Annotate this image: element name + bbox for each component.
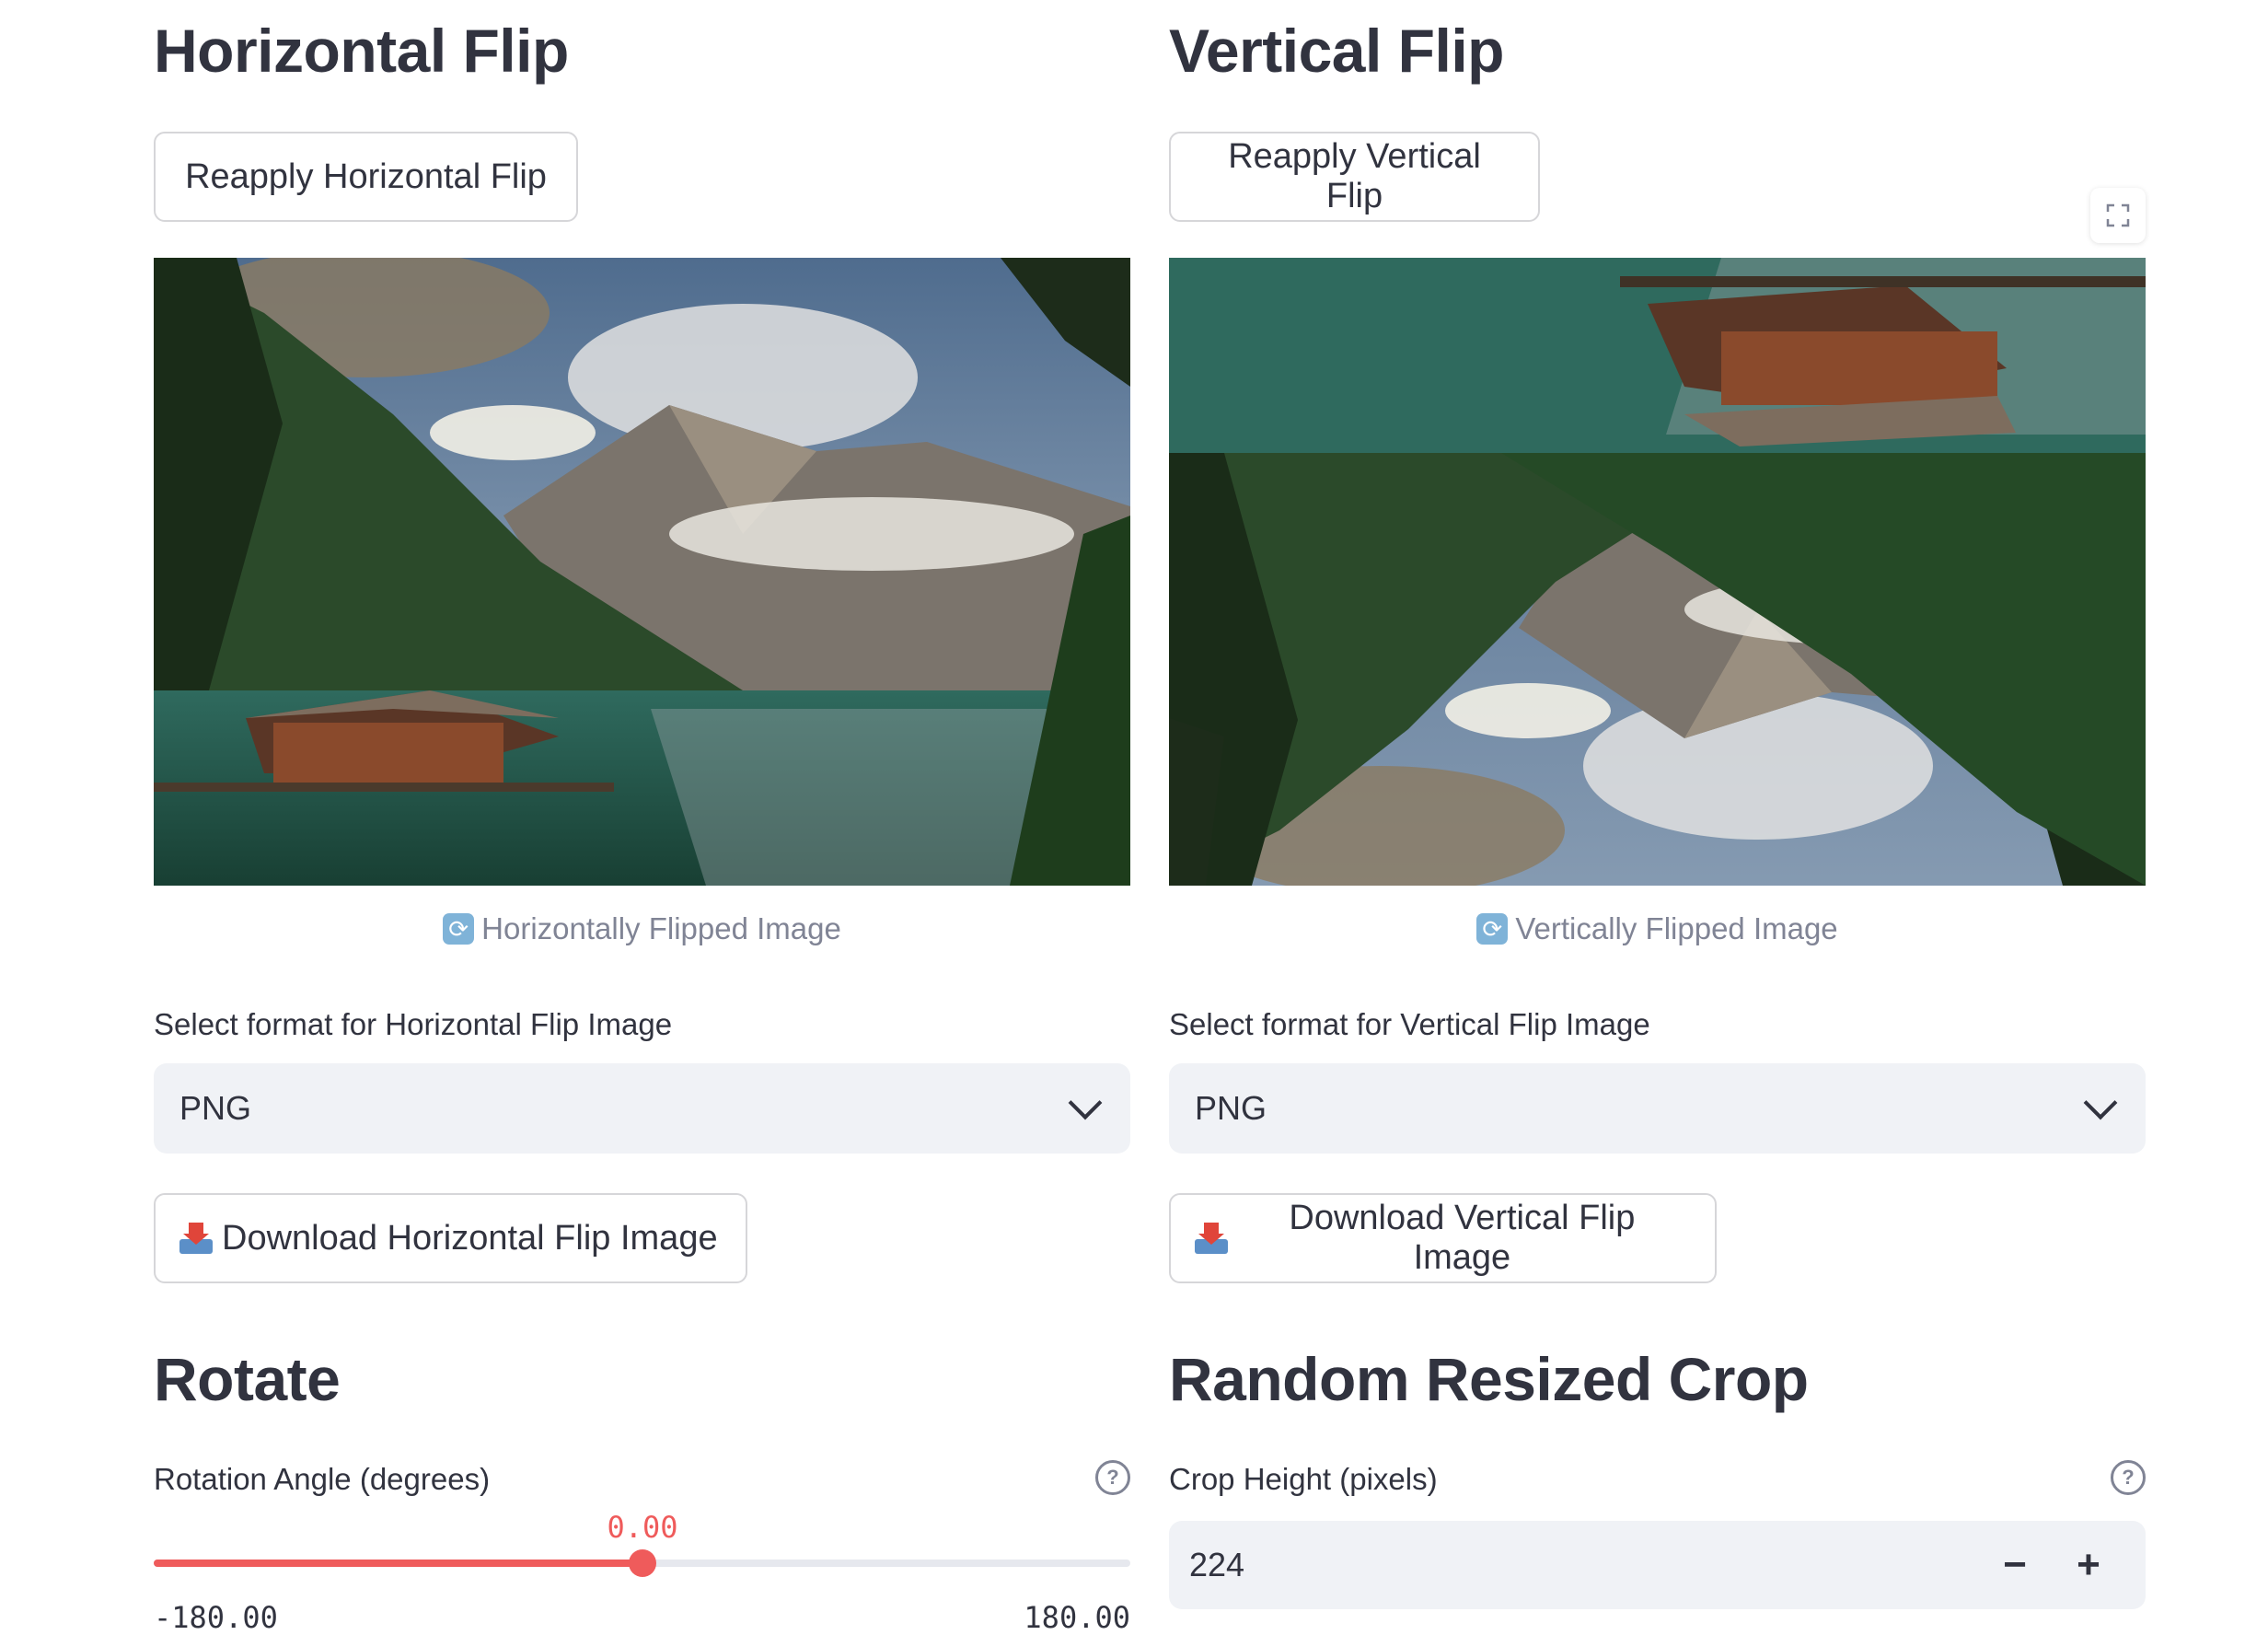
rotate-title: Rotate [154,1345,341,1413]
vertical-format-select[interactable]: PNG [1169,1063,2146,1154]
help-icon[interactable]: ? [2111,1460,2146,1495]
rotation-slider-value: 0.00 [607,1510,678,1545]
landscape-image-flipped [1169,258,2146,886]
rotation-slider-handle[interactable] [629,1549,656,1577]
inbox-tray-icon [179,1223,213,1254]
help-icon[interactable]: ? [1095,1460,1130,1495]
rotation-angle-label: Rotation Angle (degrees) [154,1462,491,1496]
horizontally-flipped-image [154,258,1130,886]
horizontal-format-select[interactable]: PNG [154,1063,1130,1154]
horizontal-flip-caption: ⟳ Horizontally Flipped Image [154,911,1130,946]
rotation-slider-min: -180.00 [154,1600,278,1635]
horizontal-format-label: Select format for Horizontal Flip Image [154,1007,673,1041]
vertical-format-value: PNG [1195,1089,1267,1127]
download-vertical-flip-button[interactable]: Download Vertical Flip Image [1169,1193,1717,1283]
rotation-slider[interactable] [154,1549,1130,1577]
fullscreen-button[interactable] [2090,188,2146,243]
crop-height-value[interactable]: 224 [1189,1546,1978,1584]
repeat-icon: ⟳ [1476,913,1509,945]
download-horizontal-flip-label: Download Horizontal Flip Image [222,1218,718,1258]
inbox-tray-icon [1195,1223,1228,1254]
crop-height-label: Crop Height (pixels) [1169,1462,1438,1496]
vertical-format-label: Select format for Vertical Flip Image [1169,1007,1650,1041]
chevron-down-icon [2083,1085,2118,1120]
horizontal-flip-title: Horizontal Flip [154,17,569,85]
expand-icon [2106,203,2130,227]
rotation-slider-max: 180.00 [1024,1600,1130,1635]
vertical-flip-title: Vertical Flip [1169,17,1504,85]
chevron-down-icon [1068,1085,1103,1120]
download-horizontal-flip-button[interactable]: Download Horizontal Flip Image [154,1193,747,1283]
vertical-flip-caption-text: Vertically Flipped Image [1515,911,1838,945]
repeat-icon: ⟳ [443,913,475,945]
crop-height-input[interactable]: 224 − + [1169,1521,2146,1609]
landscape-image [154,258,1130,886]
vertically-flipped-image [1169,258,2146,886]
increment-button[interactable]: + [2052,1542,2125,1588]
decrement-button[interactable]: − [1978,1542,2052,1588]
random-resized-crop-title: Random Resized Crop [1169,1345,1809,1413]
vertical-flip-caption: ⟳ Vertically Flipped Image [1169,911,2146,946]
reapply-vertical-flip-button[interactable]: Reapply Vertical Flip [1169,132,1540,222]
horizontal-format-value: PNG [179,1089,252,1127]
download-vertical-flip-label: Download Vertical Flip Image [1289,1199,1636,1277]
horizontal-flip-caption-text: Horizontally Flipped Image [481,911,841,945]
reapply-horizontal-flip-button[interactable]: Reapply Horizontal Flip [154,132,578,222]
rotation-slider-fill [154,1560,642,1567]
